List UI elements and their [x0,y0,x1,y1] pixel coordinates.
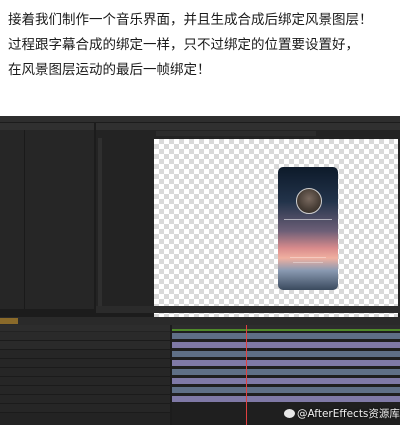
caption-line-1: 接着我们制作一个音乐界面，并且生成合成后绑定风景图层！ [8,12,373,28]
lyrics-line [290,257,326,258]
layer-bar[interactable] [172,369,400,375]
progress-line [284,219,332,220]
caption: 接着我们制作一个音乐界面，并且生成合成后绑定风景图层！ 过程跟字幕合成的绑定一样… [8,8,396,83]
playhead[interactable] [246,325,247,425]
ruler-vertical [98,138,102,308]
watermark: @AfterEffects资源库 [284,406,400,421]
layer-bar[interactable] [172,333,400,339]
layer-bar[interactable] [172,360,400,366]
music-player-preview [278,167,338,290]
layer-row[interactable] [0,386,170,395]
layer-bar[interactable] [172,378,400,384]
album-avatar [296,188,322,214]
layer-row[interactable] [0,332,170,341]
layer-header [0,325,170,331]
layer-row[interactable] [0,377,170,386]
viewer-controls[interactable] [96,306,400,313]
project-tabs[interactable] [0,123,94,130]
timeline-tabs[interactable] [0,317,400,325]
panel-divider [24,130,25,309]
transparency-grid [154,139,398,323]
layer-row[interactable] [0,350,170,359]
layer-bar[interactable] [172,387,400,393]
viewer-tabs[interactable] [96,123,400,130]
layer-row[interactable] [0,359,170,368]
layer-row[interactable] [0,404,170,413]
lyrics-line [293,262,323,263]
layer-row[interactable] [0,395,170,404]
caption-line-2: 过程跟字幕合成的绑定一样，只不过绑定的位置要设置好， [8,37,359,53]
watermark-text: @AfterEffects资源库 [297,408,400,420]
menu-strip [0,116,400,122]
layer-row[interactable] [0,368,170,377]
viewer-subtabs[interactable] [156,131,316,136]
layer-bar[interactable] [172,342,400,348]
project-panel [0,123,94,309]
layer-row[interactable] [0,341,170,350]
caption-line-3: 在风景图层运动的最后一帧绑定！ [8,62,211,78]
layer-bar[interactable] [172,351,400,357]
weibo-icon [284,409,295,418]
after-effects-window [0,116,400,425]
composition-tab[interactable] [0,318,18,324]
layer-bar[interactable] [172,396,400,402]
